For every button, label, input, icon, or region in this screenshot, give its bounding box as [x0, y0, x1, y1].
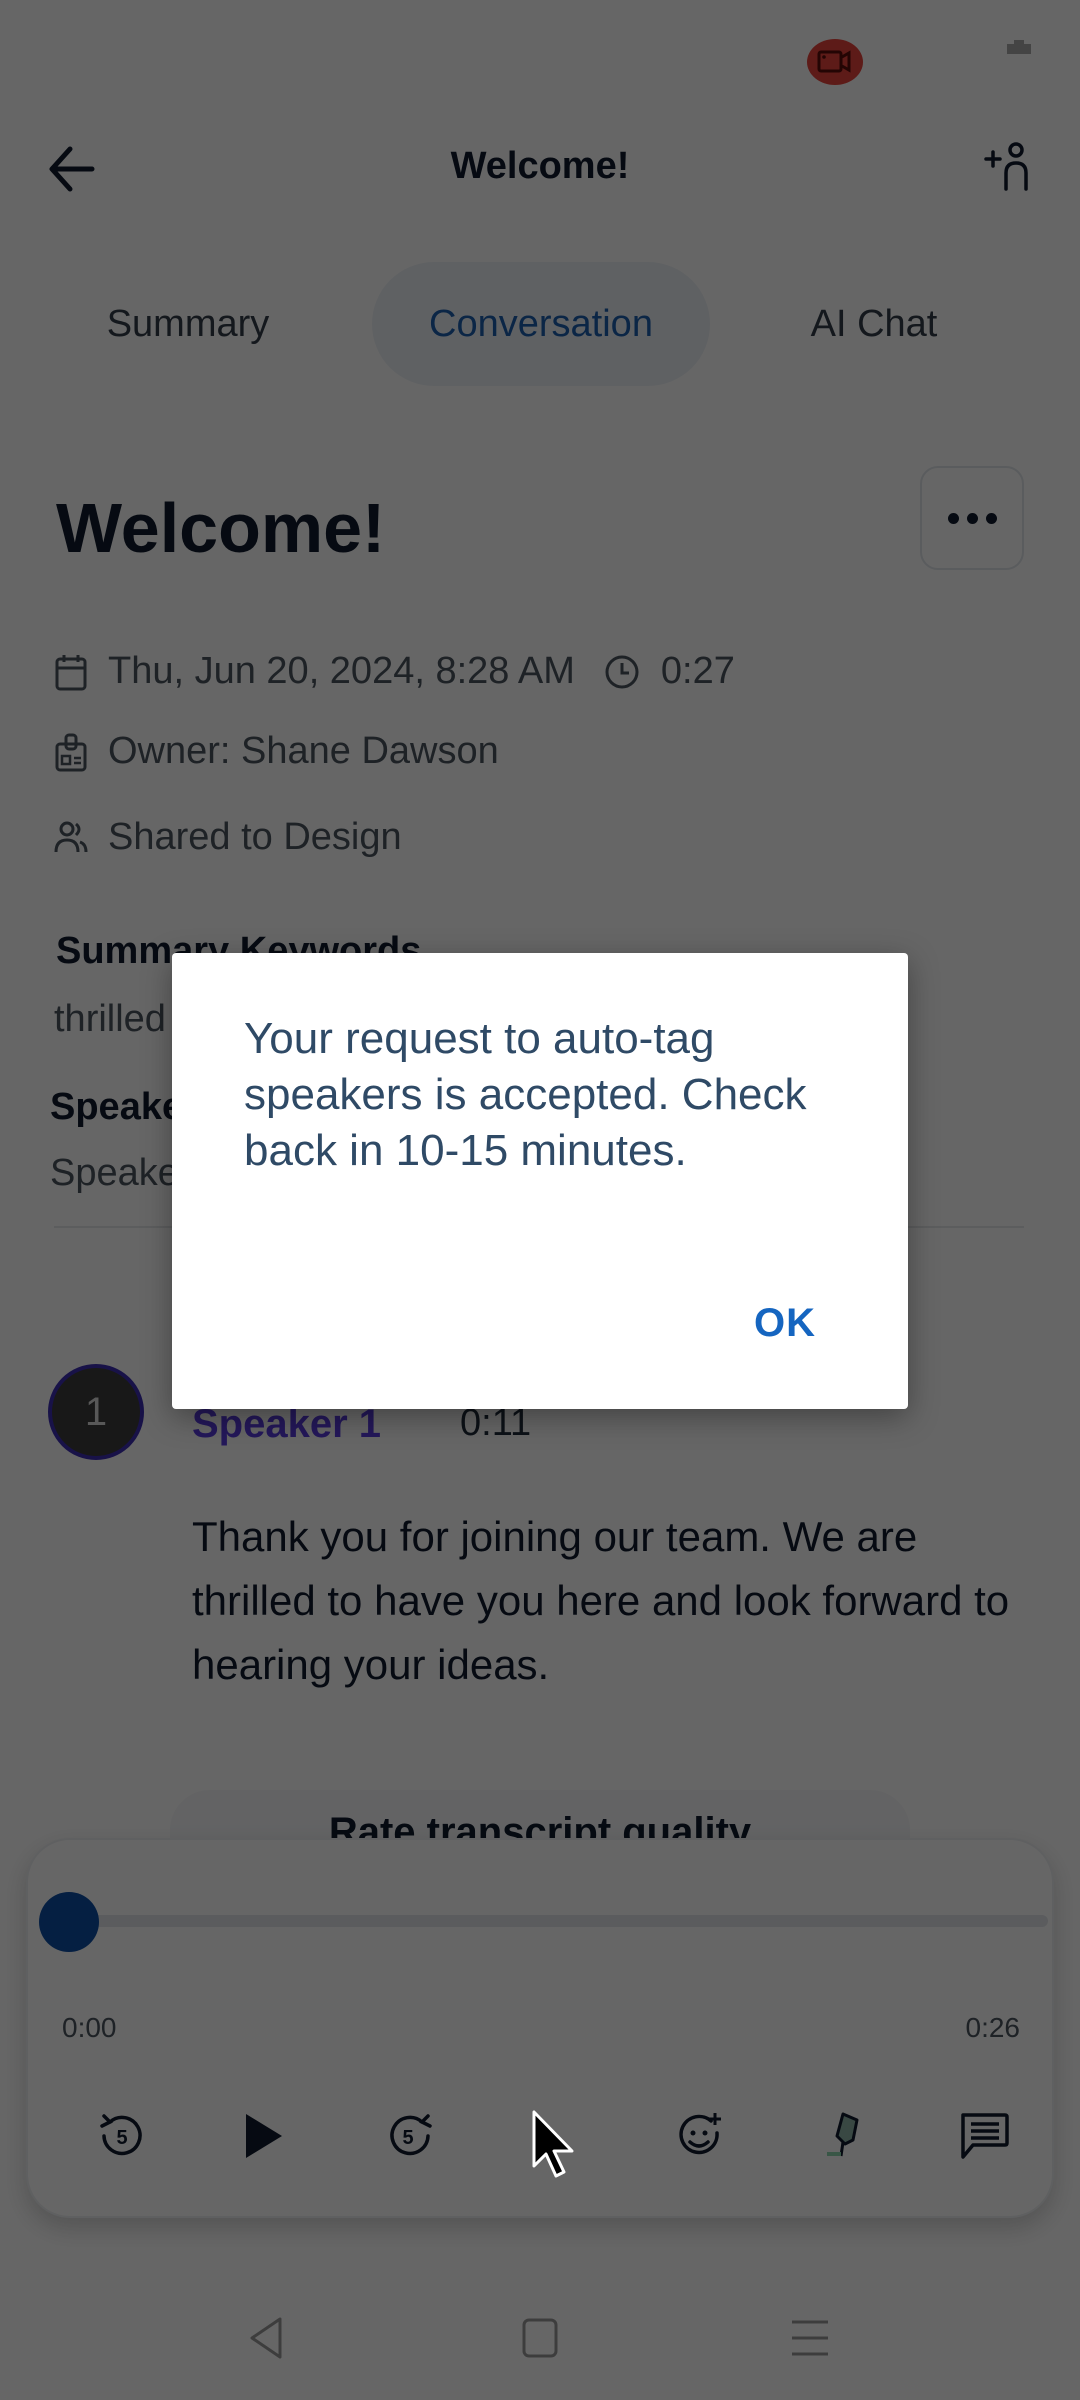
ok-button[interactable]: OK	[754, 1301, 816, 1346]
auto-tag-dialog: Your request to auto-tag speakers is acc…	[172, 953, 908, 1409]
dialog-message: Your request to auto-tag speakers is acc…	[244, 1014, 807, 1175]
mouse-cursor-icon	[532, 2110, 574, 2178]
